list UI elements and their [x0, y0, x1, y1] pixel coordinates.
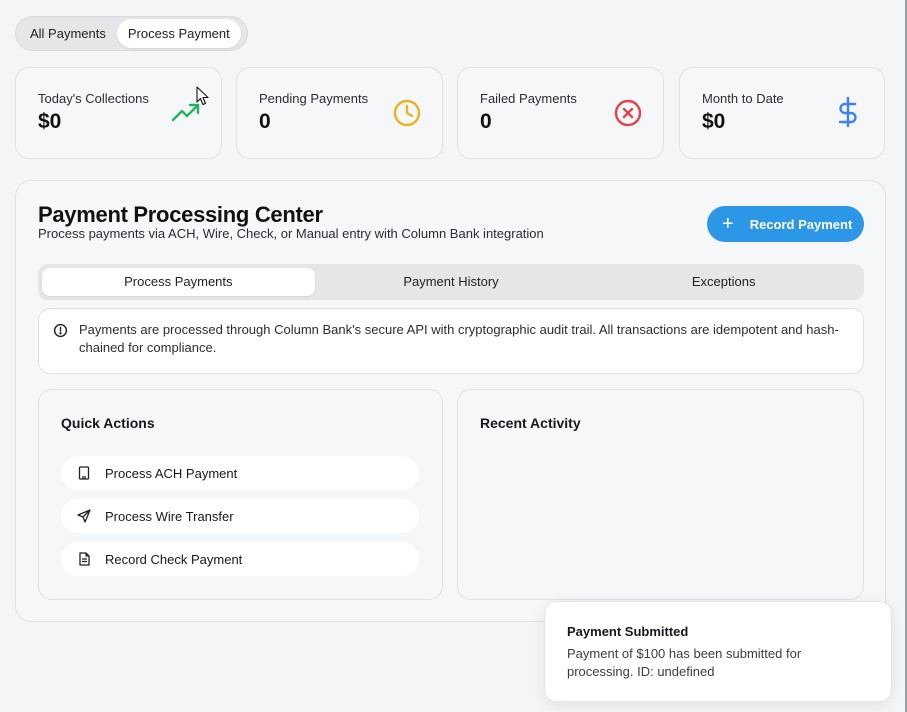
page-subtitle: Process payments via ACH, Wire, Check, o…	[38, 226, 544, 241]
toast-title: Payment Submitted	[567, 624, 689, 639]
stat-card-failed-payments: Failed Payments 0	[457, 67, 664, 159]
clock-icon	[392, 98, 422, 133]
building-icon	[76, 465, 92, 481]
tab-bar: Process Payments Payment History Excepti…	[38, 264, 864, 300]
mouse-cursor-icon	[196, 86, 210, 111]
quick-actions-title: Quick Actions	[61, 415, 155, 431]
stat-card-todays-collections: Today's Collections $0	[15, 67, 222, 159]
stat-value: $0	[38, 110, 62, 133]
view-toggle: All Payments Process Payment	[15, 16, 248, 51]
record-payment-button[interactable]: + Record Payment	[707, 206, 864, 242]
x-circle-icon	[613, 98, 643, 133]
file-text-icon	[76, 551, 92, 567]
process-wire-button[interactable]: Process Wire Transfer	[61, 499, 419, 533]
recent-activity-title: Recent Activity	[480, 415, 581, 431]
dollar-icon	[835, 96, 861, 133]
stat-label: Pending Payments	[259, 91, 369, 106]
stat-label: Today's Collections	[38, 91, 149, 106]
page-title: Payment Processing Center	[38, 202, 323, 227]
quick-action-label: Process Wire Transfer	[105, 508, 234, 524]
toggle-all-payments[interactable]: All Payments	[19, 19, 117, 48]
process-ach-button[interactable]: Process ACH Payment	[61, 456, 419, 490]
tab-payment-history[interactable]: Payment History	[315, 268, 588, 296]
stat-card-month-to-date: Month to Date $0	[679, 67, 885, 159]
quick-actions-card: Quick Actions Process ACH Payment Proces…	[38, 389, 443, 600]
toast-notification[interactable]: Payment Submitted Payment of $100 has be…	[544, 601, 892, 702]
quick-action-label: Record Check Payment	[105, 551, 243, 567]
info-notice: Payments are processed through Column Ba…	[38, 308, 864, 374]
notice-text: Payments are processed through Column Ba…	[79, 322, 839, 355]
info-icon	[53, 323, 68, 343]
stat-label: Month to Date	[702, 91, 784, 106]
stat-value: $0	[702, 110, 726, 133]
stat-value: 0	[480, 110, 492, 133]
quick-action-label: Process ACH Payment	[105, 465, 238, 481]
send-icon	[76, 508, 92, 524]
toast-message: Payment of $100 has been submitted for p…	[567, 646, 802, 679]
toggle-process-payment[interactable]: Process Payment	[116, 19, 241, 48]
tab-process-payments[interactable]: Process Payments	[42, 268, 315, 296]
record-payment-label: Record Payment	[749, 216, 853, 232]
payment-processing-panel: Payment Processing Center Process paymen…	[15, 180, 886, 622]
stat-card-pending-payments: Pending Payments 0	[236, 67, 443, 159]
plus-icon: +	[722, 213, 734, 235]
record-check-button[interactable]: Record Check Payment	[61, 542, 419, 576]
recent-activity-card: Recent Activity	[457, 389, 864, 600]
stat-value: 0	[259, 110, 271, 133]
stat-label: Failed Payments	[480, 91, 577, 106]
tab-exceptions[interactable]: Exceptions	[587, 268, 860, 296]
